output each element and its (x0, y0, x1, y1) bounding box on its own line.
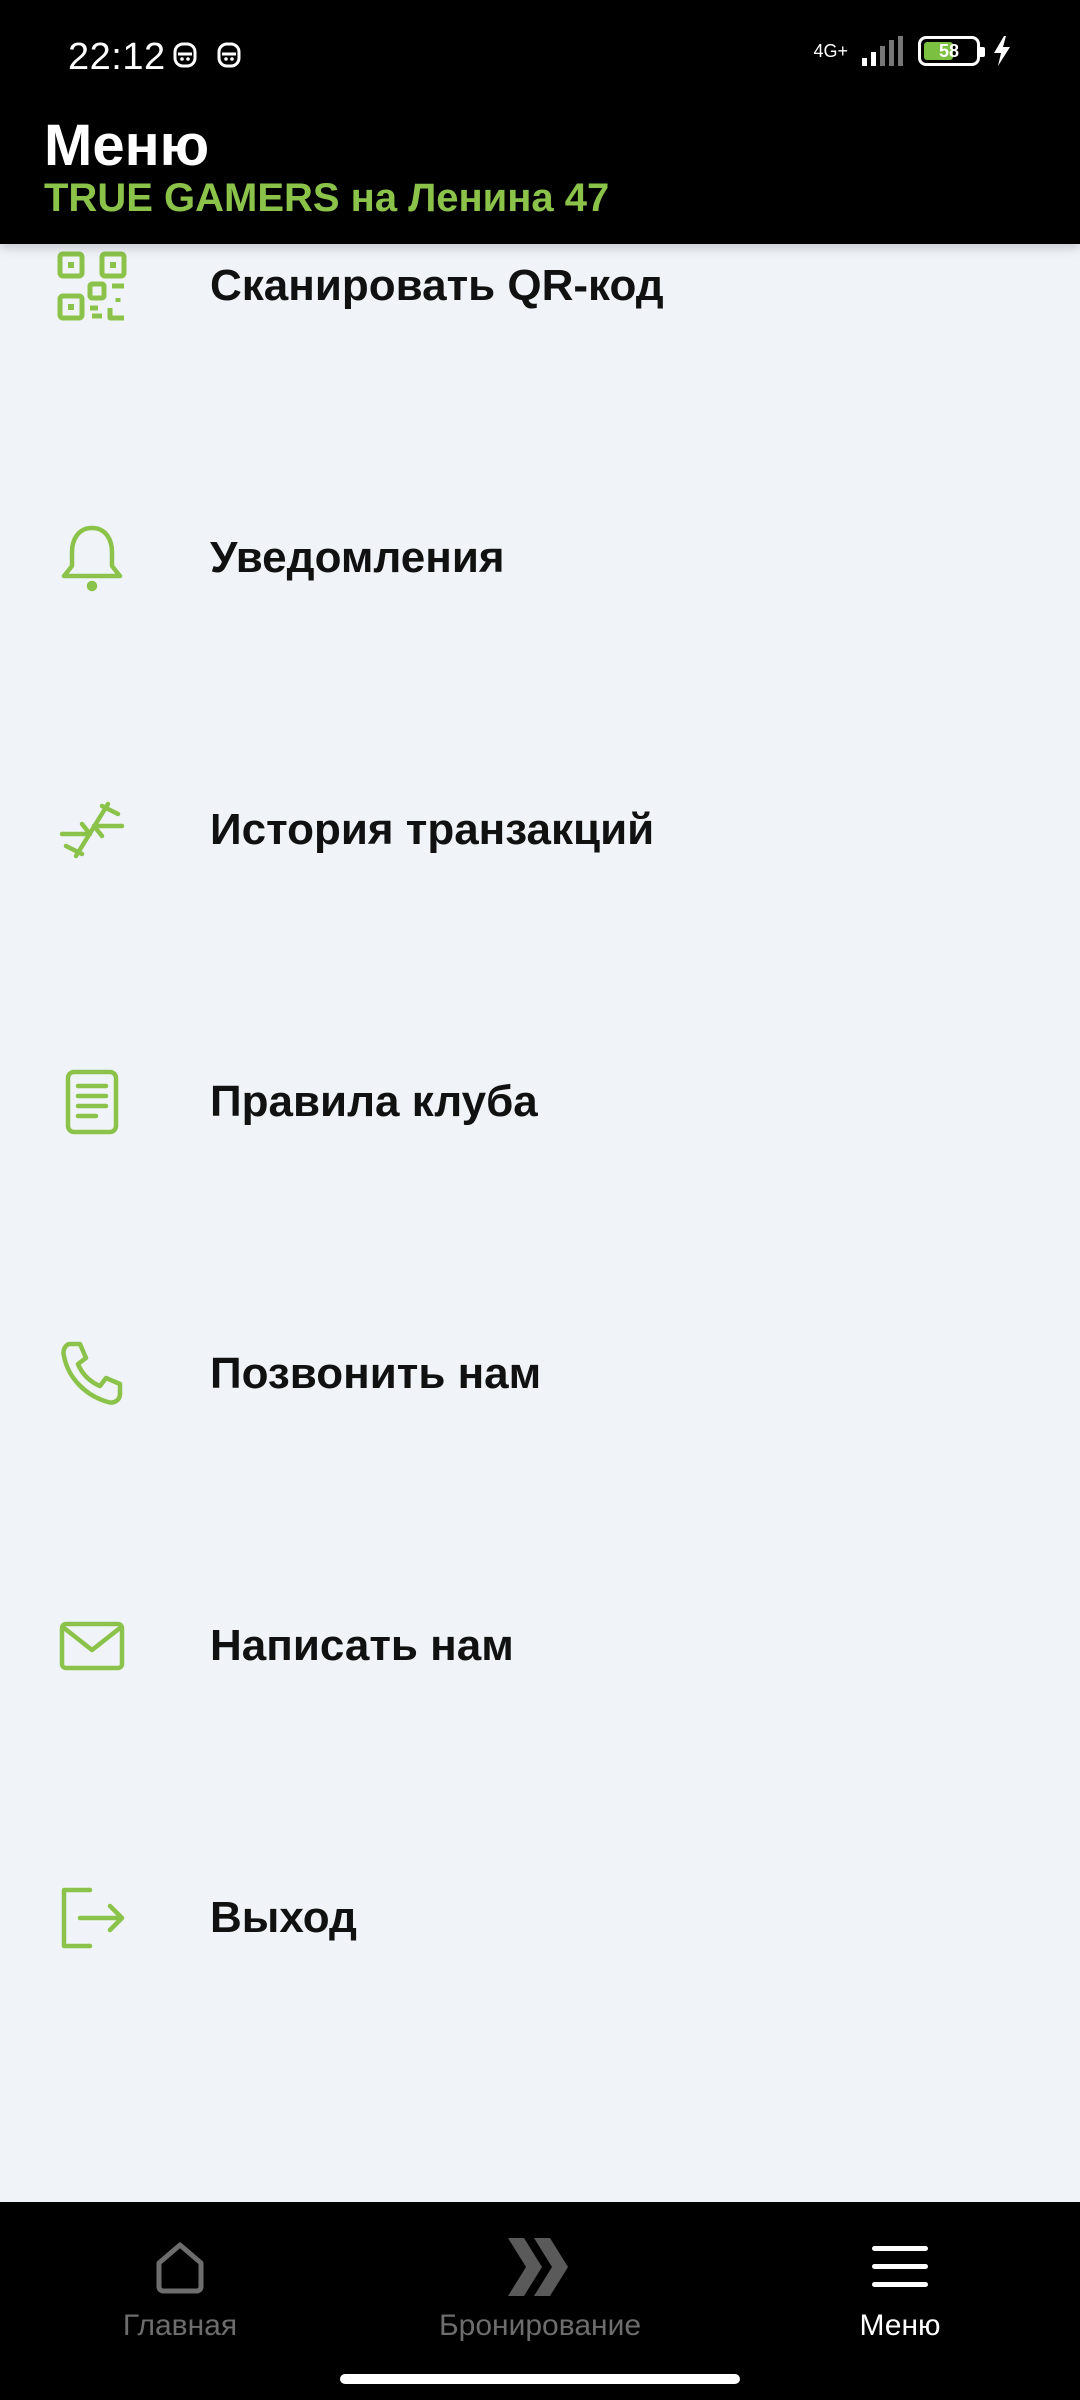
menu-item-label: Выход (210, 1893, 357, 1942)
menu-item-label: Уведомления (210, 533, 505, 582)
menu-item-write-us[interactable]: Написать нам (0, 1576, 1080, 1716)
status-notifications (172, 40, 242, 70)
notification-icon (217, 42, 241, 68)
qr-code-icon (56, 250, 128, 322)
club-name: TRUE GAMERS на Ленина 47 (44, 176, 610, 220)
home-indicator[interactable] (340, 2374, 740, 2384)
logout-icon (56, 1882, 128, 1954)
transactions-icon (56, 794, 128, 866)
charging-icon (994, 36, 1010, 66)
booking-chevrons-icon (506, 2231, 574, 2303)
menu-item-label: Сканировать QR-код (210, 261, 664, 310)
notification-icon (173, 42, 197, 68)
menu-item-label: Правила клуба (210, 1077, 538, 1126)
network-type: 4G+ (813, 41, 848, 61)
bell-icon (56, 522, 128, 594)
signal-icon (862, 36, 903, 66)
menu-item-label: Позвонить нам (210, 1349, 542, 1398)
page-title: Меню (44, 113, 210, 178)
menu-item-club-rules[interactable]: Правила клуба (0, 1032, 1080, 1172)
nav-menu[interactable]: Меню (720, 2202, 1080, 2372)
bottom-navigation: Главная Бронирование Меню (0, 2202, 1080, 2400)
menu-item-logout[interactable]: Выход (0, 1848, 1080, 1988)
home-icon (153, 2231, 207, 2303)
menu-item-notifications[interactable]: Уведомления (0, 488, 1080, 628)
menu-item-call-us[interactable]: Позвонить нам (0, 1304, 1080, 1444)
nav-booking[interactable]: Бронирование (360, 2202, 720, 2372)
hamburger-menu-icon (872, 2231, 928, 2303)
nav-label: Главная (122, 2309, 238, 2342)
menu-item-transactions[interactable]: История транзакций (0, 760, 1080, 900)
menu-item-label: Написать нам (210, 1621, 514, 1670)
network-indicator: 4G+ (813, 42, 848, 60)
battery-level: 58 (938, 40, 960, 61)
nav-label: Бронирование (438, 2309, 642, 2342)
mail-icon (56, 1610, 128, 1682)
document-icon (56, 1066, 128, 1138)
nav-label: Меню (859, 2309, 941, 2342)
nav-home[interactable]: Главная (0, 2202, 360, 2372)
battery-icon: 58 (918, 36, 985, 66)
menu-item-label: История транзакций (210, 805, 655, 854)
status-right: 4G+ 58 (813, 36, 1012, 66)
app-header: 22:12 4G+ 58 Меню TRUE GAMERS на Ленина … (0, 0, 1080, 244)
status-time: 22:12 (68, 36, 166, 78)
phone-icon (56, 1338, 128, 1410)
